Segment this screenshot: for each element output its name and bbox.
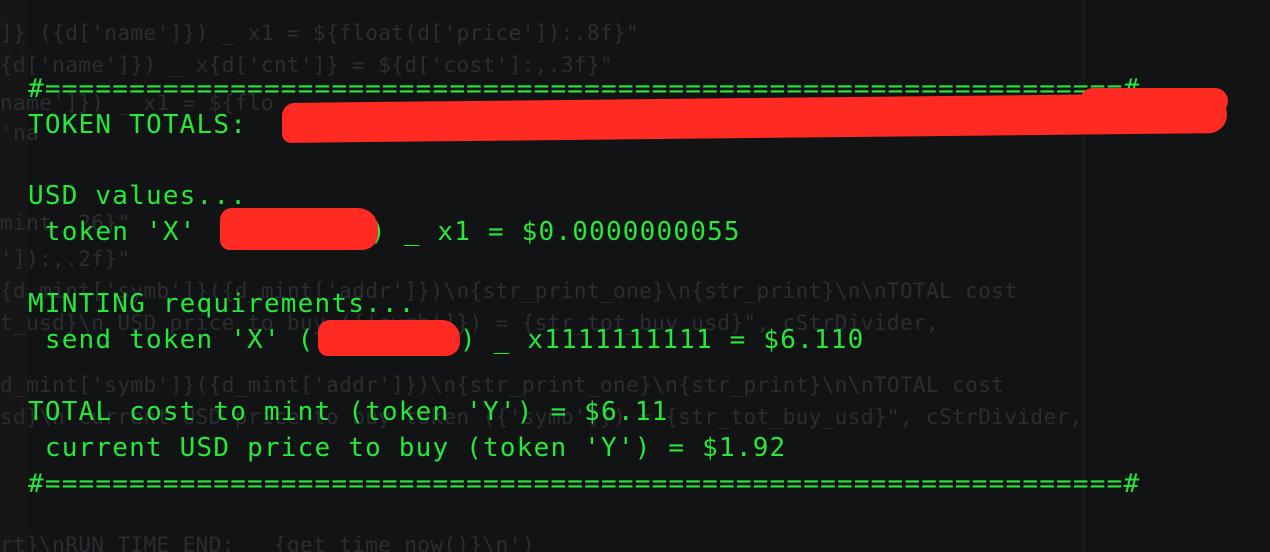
minting-header: MINTING requirements...	[28, 289, 416, 319]
screenshot-stage: ]} ({d['name']}) _ x1 = ${float(d['price…	[0, 0, 1270, 552]
divider-bottom: #=======================================…	[28, 469, 1141, 499]
background-code-line: ]} ({d['name']}) _ x1 = ${float(d['price…	[0, 21, 640, 45]
redaction-send-token-address	[318, 320, 460, 356]
send-line-suffix: ) _ x1111111111 = $6.110	[460, 325, 865, 355]
gutter-tint	[0, 0, 28, 552]
usd-token-line-prefix: token 'X'	[28, 217, 214, 247]
usd-values-header: USD values...	[28, 181, 248, 211]
token-totals-label: TOKEN TOTALS:	[28, 110, 248, 140]
redaction-usd-token-address	[220, 208, 378, 250]
current-price-line: current USD price to buy (token 'Y') = $…	[28, 433, 787, 463]
redaction-token-totals-tail	[1080, 88, 1228, 114]
background-code-line: rt}\nRUN TIME END: {get_time_now()}\n')	[0, 533, 535, 552]
background-code-line: ']):,.2f}"	[0, 247, 131, 271]
total-cost-line: TOTAL cost to mint (token 'Y') = $6.11	[28, 397, 669, 427]
send-line-prefix: send token 'X' (	[28, 325, 315, 355]
usd-token-line-suffix: ) _ x1 = $0.0000000055	[370, 217, 741, 247]
